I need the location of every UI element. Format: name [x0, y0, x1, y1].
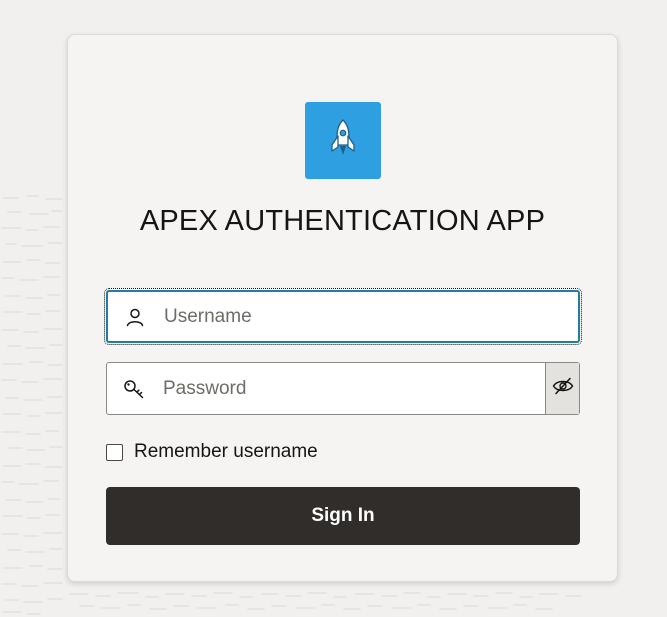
username-input[interactable]	[164, 292, 544, 341]
username-field[interactable]	[104, 288, 582, 345]
app-title: APEX AUTHENTICATION APP	[139, 205, 546, 237]
remember-username[interactable]: Remember username	[106, 440, 318, 464]
remember-checkbox[interactable]	[106, 443, 123, 461]
eye-slash-icon	[552, 377, 574, 400]
app-logo	[305, 102, 381, 179]
remember-label: Remember username	[134, 441, 318, 462]
password-field[interactable]	[106, 362, 580, 415]
login-card: APEX AUTHENTICATION APP Username Remembe…	[67, 34, 618, 582]
user-icon	[124, 306, 146, 328]
sign-in-button[interactable]: Sign In	[106, 487, 580, 545]
key-icon	[123, 378, 145, 400]
password-input[interactable]	[163, 363, 543, 414]
rocket-icon	[328, 118, 358, 163]
show-password-button[interactable]	[545, 363, 579, 414]
